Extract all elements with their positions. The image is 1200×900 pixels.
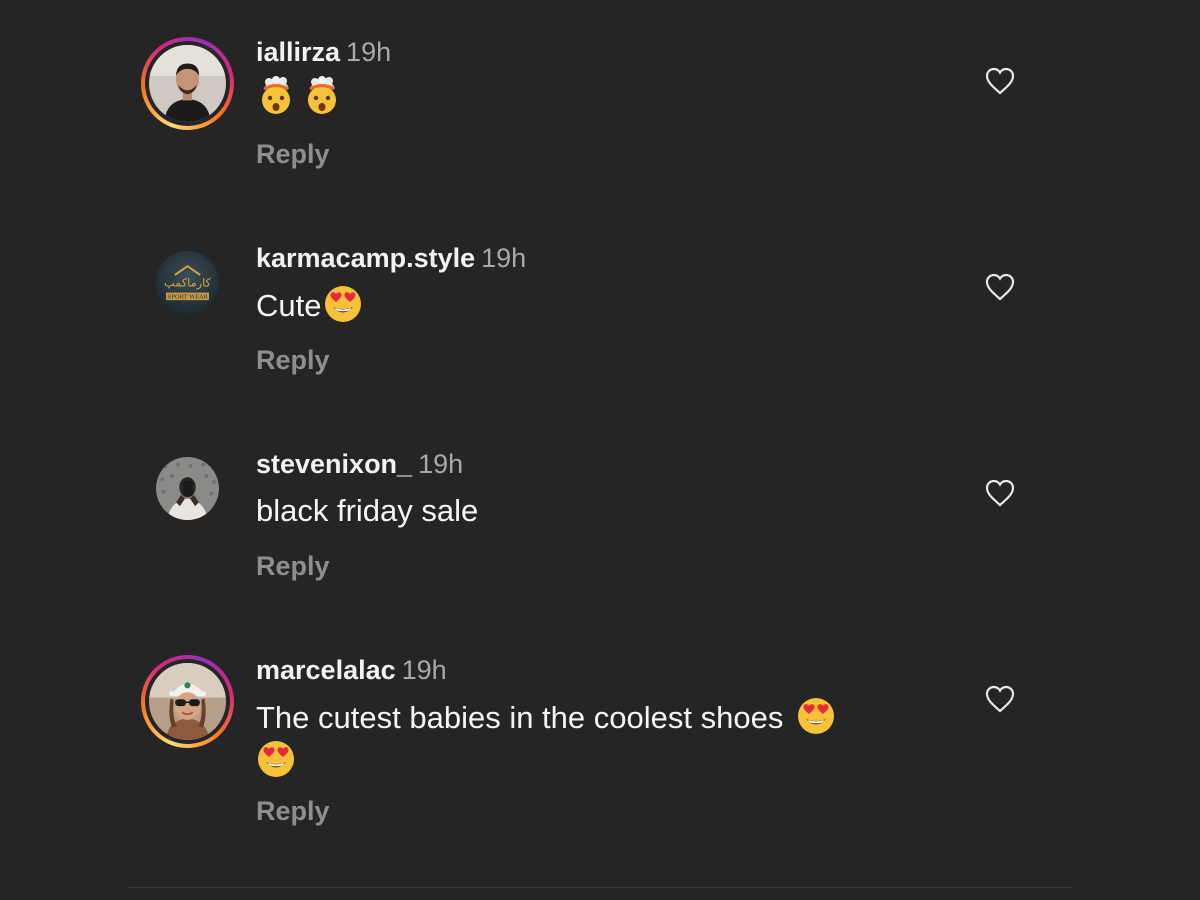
reply-button[interactable]: Reply <box>256 345 330 376</box>
avatar[interactable] <box>141 655 234 748</box>
avatar[interactable]: کارماکمپ SPORT WEAR <box>141 236 234 329</box>
user-avatar-image <box>149 45 226 122</box>
comment-meta: stevenixon_ 19h <box>256 448 463 480</box>
username[interactable]: marcelalac <box>256 655 396 685</box>
avatar[interactable] <box>141 442 234 535</box>
avatar-logo-text: کارماکمپ <box>164 275 212 290</box>
timestamp: 19h <box>481 243 527 273</box>
comment-text: black friday sale <box>256 490 936 532</box>
username[interactable]: karmacamp.style <box>256 243 475 273</box>
avatar[interactable] <box>141 37 234 130</box>
heart-outline-icon[interactable] <box>985 685 1015 713</box>
heart-outline-icon[interactable] <box>985 479 1015 507</box>
timestamp: 19h <box>401 655 447 685</box>
heart-eyes-emoji <box>323 284 363 324</box>
comment-meta: karmacamp.style 19h <box>256 242 526 274</box>
reply-button[interactable]: Reply <box>256 139 330 170</box>
exploding-head-emoji <box>256 76 296 116</box>
brand-logo-avatar: کارماکمپ SPORT WEAR <box>156 251 219 314</box>
comment-text: Cute <box>256 284 936 327</box>
timestamp: 19h <box>346 37 392 67</box>
comments-list: iallirza 19h Reply کارماکمپ SPORT WEAR k… <box>0 0 1200 900</box>
username[interactable]: iallirza <box>256 37 340 67</box>
comment-text: The cutest babies in the coolest shoes <box>256 696 956 782</box>
comment-text-content: black friday sale <box>256 493 479 528</box>
reply-button[interactable]: Reply <box>256 796 330 827</box>
exploding-head-emoji <box>302 76 342 116</box>
divider <box>128 887 1072 888</box>
heart-eyes-emoji <box>796 696 836 736</box>
reply-button[interactable]: Reply <box>256 551 330 582</box>
avatar-logo-subtext: SPORT WEAR <box>167 295 208 301</box>
heart-outline-icon[interactable] <box>985 67 1015 95</box>
comment-meta: marcelalac 19h <box>256 654 447 686</box>
comment-text-content: The cutest babies in the coolest shoes <box>256 700 784 735</box>
comment-text-content: Cute <box>256 288 322 323</box>
heart-eyes-emoji <box>256 739 296 779</box>
heart-outline-icon[interactable] <box>985 273 1015 301</box>
comment-meta: iallirza 19h <box>256 36 391 68</box>
comment-text <box>256 76 936 119</box>
timestamp: 19h <box>418 449 464 479</box>
username[interactable]: stevenixon_ <box>256 449 412 479</box>
user-avatar-image <box>156 457 219 520</box>
user-avatar-image <box>149 663 226 740</box>
